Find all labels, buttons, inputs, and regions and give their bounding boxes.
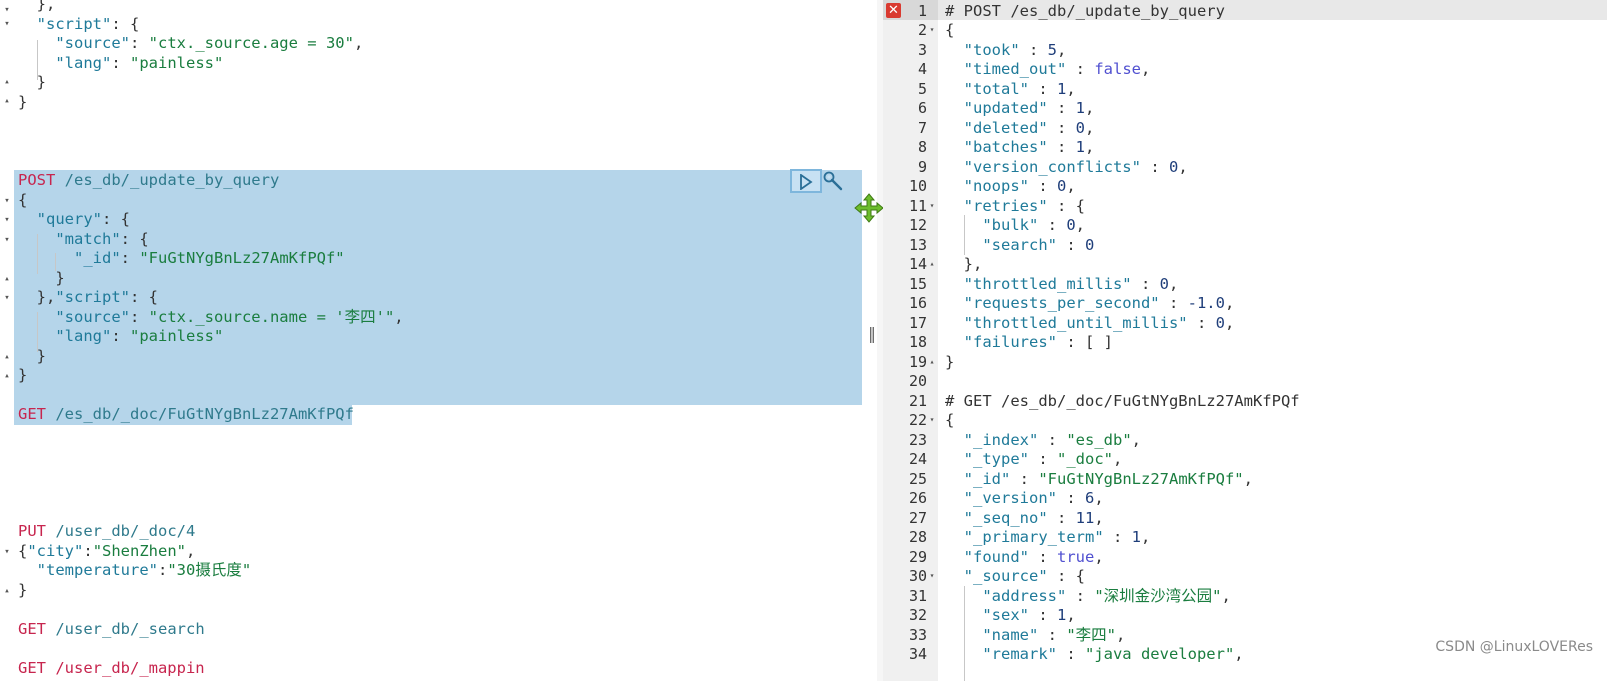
line-number: 12 bbox=[908, 216, 927, 234]
fold-toggle-icon[interactable]: ▾ bbox=[927, 20, 937, 40]
fold-toggle-icon[interactable]: ▾ bbox=[927, 410, 937, 430]
line-number: 26 bbox=[908, 489, 927, 507]
line-number: 23 bbox=[908, 431, 927, 449]
code-line: "_id": "FuGtNYgBnLz27AmKfPQf" bbox=[74, 249, 345, 267]
fold-toggle-icon[interactable]: ▾ bbox=[927, 566, 937, 586]
line-number: 19 bbox=[908, 353, 927, 371]
line-number: 3 bbox=[917, 41, 927, 59]
request-line[interactable]: GET /user_db/_mappin bbox=[18, 658, 205, 678]
line-number: 25 bbox=[908, 470, 927, 488]
play-icon bbox=[800, 174, 813, 190]
send-request-button[interactable] bbox=[790, 169, 822, 193]
line-number: 18 bbox=[908, 333, 927, 351]
code-line: } bbox=[55, 269, 65, 287]
fold-toggle-icon[interactable]: ▾ bbox=[1, 195, 13, 207]
request-code[interactable]: }, "script": { "source": "ctx._source.ag… bbox=[18, 0, 842, 681]
line-number: 1 bbox=[917, 2, 927, 20]
code-line: "script": { bbox=[36, 15, 140, 33]
line-number: 4 bbox=[917, 60, 927, 78]
request-editor[interactable]: ▾ ▾ ▴ ▴ ▾ ▾ ▾ ▴ ▾ ▴ ▴ ▾ ▴ }, "script": {… bbox=[0, 0, 866, 681]
watermark: CSDN @LinuxLOVERes bbox=[1435, 639, 1593, 655]
response-code: # POST /es_db/_update_by_query { "took" … bbox=[945, 0, 1607, 681]
line-number: 21 bbox=[908, 392, 927, 410]
fold-up-icon[interactable]: ▾ bbox=[1, 4, 13, 16]
line-number: 33 bbox=[908, 626, 927, 644]
move-cursor-icon bbox=[853, 192, 885, 224]
line-number: 15 bbox=[908, 275, 927, 293]
fold-up-icon[interactable]: ▴ bbox=[1, 95, 13, 107]
fold-up-icon[interactable]: ▴ bbox=[927, 254, 937, 274]
fold-up-icon[interactable]: ▴ bbox=[1, 273, 13, 285]
line-number: 6 bbox=[917, 99, 927, 117]
fold-up-icon[interactable]: ▴ bbox=[927, 352, 937, 372]
line-number: 2 bbox=[917, 21, 927, 39]
line-number: 29 bbox=[908, 548, 927, 566]
line-number: 32 bbox=[908, 606, 927, 624]
line-number: 34 bbox=[908, 645, 927, 663]
code-line: "source": "ctx._source.age = 30", bbox=[55, 34, 364, 52]
line-number: 28 bbox=[908, 528, 927, 546]
line-number: 7 bbox=[917, 119, 927, 137]
code-line: { bbox=[18, 191, 28, 209]
line-number: 5 bbox=[917, 80, 927, 98]
code-line: "query": { bbox=[36, 210, 130, 228]
code-line: "match": { bbox=[55, 230, 149, 248]
code-line: } bbox=[18, 581, 28, 599]
line-number: 20 bbox=[908, 372, 927, 390]
line-number: 24 bbox=[908, 450, 927, 468]
line-number: 13 bbox=[908, 236, 927, 254]
fold-toggle-icon[interactable]: ▾ bbox=[1, 214, 13, 226]
code-line: } bbox=[36, 347, 47, 365]
request-line[interactable]: GET /user_db/_search bbox=[18, 619, 205, 639]
fold-toggle-icon[interactable]: ▾ bbox=[1, 292, 13, 304]
request-settings-button[interactable] bbox=[822, 170, 844, 192]
fold-up-icon[interactable]: ▴ bbox=[1, 351, 13, 363]
line-number: 31 bbox=[908, 587, 927, 605]
line-number: 16 bbox=[908, 294, 927, 312]
code-line: } bbox=[18, 366, 28, 384]
fold-up-icon[interactable]: ▴ bbox=[1, 370, 13, 382]
code-line: {"city":"ShenZhen", bbox=[18, 542, 196, 560]
line-number: 22 bbox=[908, 411, 927, 429]
fold-up-icon[interactable]: ▴ bbox=[1, 585, 13, 597]
request-line[interactable]: GET /es_db/_doc/FuGtNYgBnLz27AmKfPQf bbox=[18, 404, 354, 424]
code-line: } bbox=[36, 73, 47, 91]
line-number: 27 bbox=[908, 509, 927, 527]
code-line: } bbox=[18, 93, 28, 111]
line-number: 17 bbox=[908, 314, 927, 332]
request-line[interactable]: POST /es_db/_update_by_query bbox=[18, 170, 279, 190]
code-line: "temperature":"30摄氏度" bbox=[36, 561, 252, 579]
line-number: 10 bbox=[908, 177, 927, 195]
line-number: 11 bbox=[908, 197, 927, 215]
fold-gutter: ▾ ▾ ▴ ▴ ▾ ▾ ▾ ▴ ▾ ▴ ▴ ▾ ▴ bbox=[0, 0, 14, 681]
line-number: 9 bbox=[917, 158, 927, 176]
code-line: "lang": "painless" bbox=[55, 327, 224, 345]
fold-toggle-icon[interactable]: ▾ bbox=[1, 546, 13, 558]
code-line: "source": "ctx._source.name = '李四'", bbox=[55, 308, 404, 326]
splitter-grip-icon[interactable]: ‖ bbox=[867, 323, 877, 345]
code-line: },"script": { bbox=[36, 288, 158, 306]
line-number: 30 bbox=[908, 567, 927, 585]
wrench-icon bbox=[823, 171, 843, 191]
fold-toggle-icon[interactable]: ▾ bbox=[927, 196, 937, 216]
code-line: "lang": "painless" bbox=[55, 54, 224, 72]
fold-toggle-icon[interactable]: ▾ bbox=[1, 234, 13, 246]
request-line[interactable]: PUT /user_db/_doc/4 bbox=[18, 521, 195, 541]
line-number: 8 bbox=[917, 138, 927, 156]
fold-up-icon[interactable]: ▴ bbox=[1, 76, 13, 88]
code-line: }, bbox=[36, 0, 56, 13]
fold-toggle-icon[interactable]: ▾ bbox=[1, 18, 13, 30]
line-number: 14 bbox=[908, 255, 927, 273]
response-viewer[interactable]: ✕ 1 2 3 4 5 6 7 8 9 10 11 12 13 14 15 16 17 18 19 20 21 22 23 2… bbox=[883, 0, 1607, 681]
